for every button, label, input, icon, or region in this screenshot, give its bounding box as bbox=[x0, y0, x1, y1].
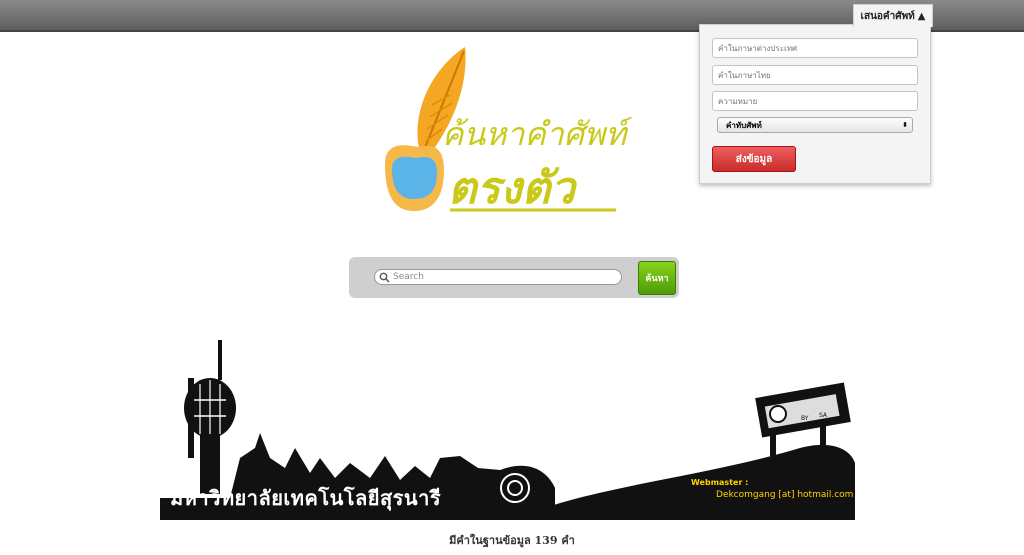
category-select[interactable]: คำทับศัพท์ ⬍ bbox=[717, 117, 913, 133]
search-placeholder: Search bbox=[393, 272, 424, 282]
word-count: มีคำในฐานข้อมูล 139 คำ bbox=[449, 534, 575, 547]
caret-up-icon: ▲ bbox=[917, 10, 926, 22]
license-badge-by: BY bbox=[801, 415, 809, 422]
thai-word-input[interactable] bbox=[712, 65, 918, 85]
webmaster-label: Webmaster : bbox=[691, 478, 749, 487]
site-logo: ค้นหาคำศัพท์ ตรงตัว bbox=[385, 47, 632, 214]
webmaster-email: Dekcomgang [at] hotmail.com bbox=[716, 490, 854, 500]
meaning-input[interactable] bbox=[712, 91, 918, 111]
cc-license-icon bbox=[769, 405, 787, 423]
inkwell-icon bbox=[385, 145, 444, 211]
logo-line2: ตรงตัว bbox=[448, 163, 578, 214]
propose-word-panel: คำทับศัพท์ ⬍ ส่งข้อมูล bbox=[699, 24, 931, 184]
propose-word-tab[interactable]: เสนอคำศัพท์ ▲ bbox=[853, 4, 933, 27]
search-button[interactable]: ค้นหา bbox=[638, 261, 676, 295]
logo-line1: ค้นหาคำศัพท์ bbox=[442, 115, 632, 153]
university-name: มหาวิทยาลัยเทคโนโลยีสุรนารี bbox=[170, 486, 442, 510]
search-box: Search ค้นหา bbox=[349, 257, 679, 298]
license-badge-sa: SA bbox=[819, 412, 828, 419]
foreign-word-input[interactable] bbox=[712, 38, 918, 58]
category-select-value: คำทับศัพท์ bbox=[726, 120, 762, 130]
submit-button[interactable]: ส่งข้อมูล bbox=[712, 146, 796, 172]
propose-tab-label: เสนอคำศัพท์ bbox=[860, 10, 915, 22]
select-arrows-icon: ⬍ bbox=[902, 121, 908, 129]
search-input[interactable]: Search bbox=[374, 269, 622, 285]
search-icon bbox=[379, 272, 390, 283]
